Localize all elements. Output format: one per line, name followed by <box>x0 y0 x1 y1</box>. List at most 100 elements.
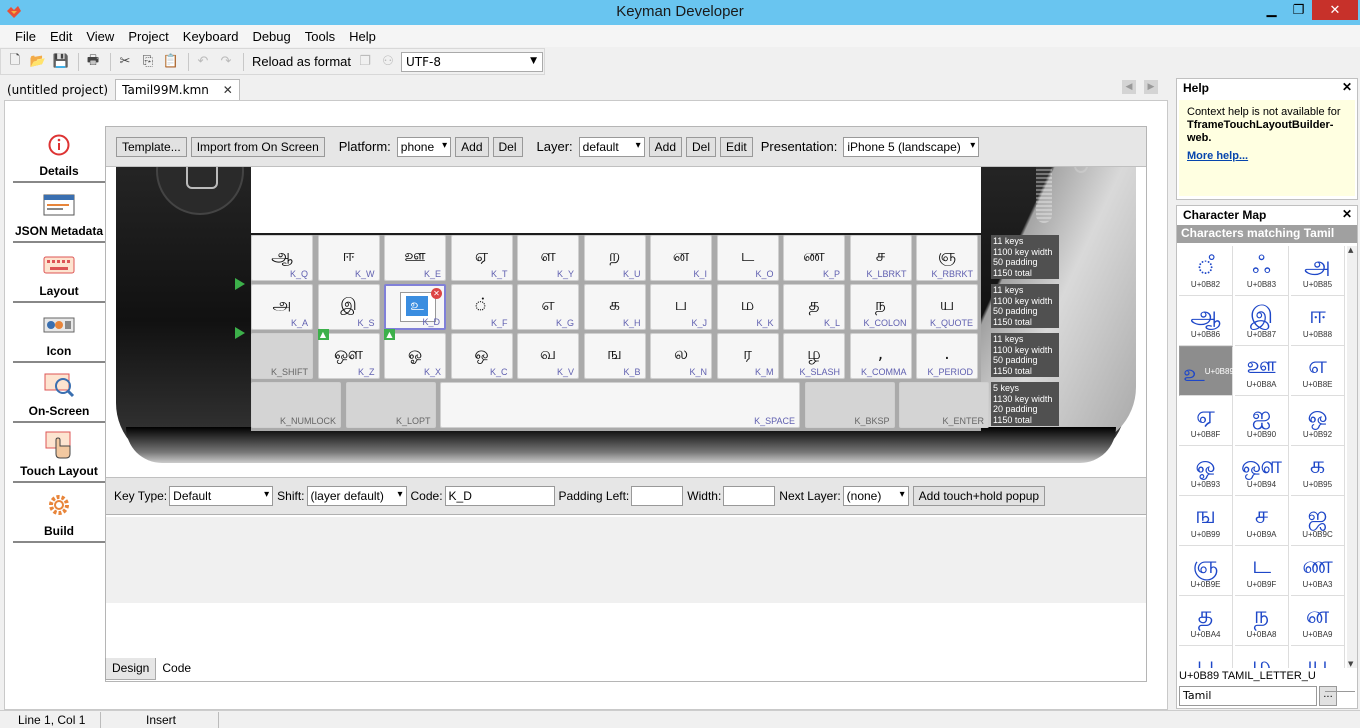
key-k-shift[interactable]: K_SHIFT <box>251 333 313 379</box>
nav-build[interactable]: Build <box>13 483 105 543</box>
tab-tamil99m[interactable]: Tamil99M.kmn ✕ <box>115 79 240 100</box>
key-k-b[interactable]: ங K_B <box>583 333 646 379</box>
key-k-h[interactable]: க K_H <box>583 284 646 330</box>
charmap-cell[interactable]: ஈ U+0B88 <box>1291 296 1345 346</box>
key-k-u[interactable]: ற K_U <box>583 235 646 281</box>
charmap-cell[interactable]: இ U+0B87 <box>1235 296 1289 346</box>
menu-debug[interactable]: Debug <box>245 29 297 44</box>
tab-design[interactable]: Design <box>105 658 157 680</box>
key-k-bksp[interactable]: K_BKSP <box>804 382 895 428</box>
del-platform-button[interactable]: Del <box>492 136 523 157</box>
key-k-rbrkt[interactable]: ஞ K_RBRKT <box>916 235 978 281</box>
minimize-button[interactable]: ▁ <box>1258 0 1285 20</box>
padding-left-input[interactable] <box>631 486 684 506</box>
del-layer-button[interactable]: Del <box>686 136 717 157</box>
menu-project[interactable]: Project <box>121 29 175 44</box>
charmap-cell[interactable]: ஔ U+0B94 <box>1235 446 1289 496</box>
window-icon[interactable]: ❐ <box>355 52 375 72</box>
tab-scroll-left-icon[interactable]: ◀ <box>1122 80 1136 94</box>
print-icon[interactable]: 🖶 <box>83 52 103 72</box>
key-k-i[interactable]: ன K_I <box>650 235 712 281</box>
tab-untitled-project[interactable]: (untitled project) <box>0 79 115 100</box>
key-k-space[interactable]: K_SPACE <box>440 382 800 428</box>
menu-keyboard[interactable]: Keyboard <box>176 29 246 44</box>
key-k-v[interactable]: வ K_V <box>517 333 579 379</box>
template-button[interactable]: Template... <box>116 136 187 157</box>
menu-tools[interactable]: Tools <box>298 29 342 44</box>
maximize-button[interactable]: ❐ <box>1285 0 1312 20</box>
touch-hold-marker-icon[interactable]: ▲ <box>384 329 395 340</box>
charmap-cell[interactable]: ஊ U+0B8A <box>1235 346 1289 396</box>
key-k-g[interactable]: எ K_G <box>517 284 579 330</box>
edit-layer-button[interactable]: Edit <box>720 136 753 157</box>
key-k-m[interactable]: ர K_M <box>716 333 779 379</box>
charmap-cell[interactable]: ஞ U+0B9E <box>1179 546 1233 596</box>
key-k-d[interactable]: உ ✕ K_D <box>384 284 446 330</box>
charmap-cell[interactable]: எ U+0B8E <box>1291 346 1345 396</box>
nav-touch-layout[interactable]: Touch Layout <box>13 423 105 483</box>
undo-icon[interactable]: ↶ <box>193 52 213 72</box>
save-icon[interactable]: 💾 <box>51 52 71 72</box>
nav-json-metadata[interactable]: JSON Metadata <box>13 183 105 243</box>
key-k-n[interactable]: ல K_N <box>650 333 712 379</box>
key-type-select[interactable]: Default ▾ <box>169 486 274 506</box>
key-k-p[interactable]: ண K_P <box>783 235 845 281</box>
key-k-l[interactable]: த K_L <box>783 284 845 330</box>
charmap-cell[interactable]: ப <box>1179 646 1233 668</box>
presentation-select[interactable]: iPhone 5 (landscape) ▾ <box>843 136 980 157</box>
next-layer-select[interactable]: (none) ▾ <box>842 486 909 506</box>
tab-code[interactable]: Code <box>156 658 197 680</box>
import-on-screen-button[interactable]: Import from On Screen <box>190 136 325 157</box>
key-k-f[interactable]: ் K_F <box>450 284 513 330</box>
charmap-cell[interactable]: ச U+0B9A <box>1235 496 1289 546</box>
key-k-k[interactable]: ம K_K <box>716 284 779 330</box>
add-layer-button[interactable]: Add <box>648 136 683 157</box>
touch-hold-marker-icon[interactable]: ▲ <box>317 329 329 340</box>
charmap-filter-input[interactable]: Tamil <box>1179 686 1317 706</box>
charmap-cell[interactable]: ண U+0BA3 <box>1291 546 1345 596</box>
nav-layout[interactable]: Layout <box>13 243 105 303</box>
key-k-lbrkt[interactable]: ச K_LBRKT <box>849 235 912 281</box>
charmap-cell[interactable]: ன U+0BA9 <box>1291 596 1345 646</box>
key-k-a[interactable]: அ K_A <box>251 284 313 330</box>
users-icon[interactable]: ⚇ <box>378 52 398 72</box>
more-help-link[interactable]: More help... <box>1187 150 1347 163</box>
charmap-cell[interactable]: அ U+0B85 <box>1291 246 1345 296</box>
key-k-w[interactable]: ஈ K_W <box>317 235 380 281</box>
width-input[interactable] <box>723 486 776 506</box>
nav-details[interactable]: Details <box>13 123 105 183</box>
redo-icon[interactable]: ↷ <box>216 52 236 72</box>
add-platform-button[interactable]: Add <box>455 136 489 157</box>
charmap-cell[interactable]: ஐ U+0B90 <box>1235 396 1289 446</box>
menu-edit[interactable]: Edit <box>43 29 79 44</box>
platform-select[interactable]: phone ▾ <box>396 136 452 157</box>
nav-icon[interactable]: Icon <box>13 303 105 363</box>
charmap-cell[interactable]: ஓ U+0B93 <box>1179 446 1233 496</box>
key-k-s[interactable]: இ K_S <box>317 284 380 330</box>
close-charmap-icon[interactable]: ✕ <box>1342 207 1352 221</box>
add-touch-hold-popup-button[interactable]: Add touch+hold popup <box>912 486 1046 506</box>
charmap-cell[interactable]: ம <box>1235 646 1289 668</box>
key-k-q[interactable]: ஆ K_Q <box>251 235 313 281</box>
charmap-cell[interactable]: ந U+0BA8 <box>1235 596 1289 646</box>
close-tab-icon[interactable]: ✕ <box>223 83 233 97</box>
key-k-quote[interactable]: ய K_QUOTE <box>916 284 978 330</box>
charmap-cell[interactable]: ஒ U+0B92 <box>1291 396 1345 446</box>
new-file-icon[interactable]: 🗋 <box>5 52 25 72</box>
shift-select[interactable]: (layer default) ▾ <box>306 486 407 506</box>
key-k-t[interactable]: ஏ K_T <box>450 235 513 281</box>
close-help-icon[interactable]: ✕ <box>1342 80 1352 94</box>
charmap-cell[interactable]: ங U+0B99 <box>1179 496 1233 546</box>
charmap-cell[interactable]: ஜ U+0B9C <box>1291 496 1345 546</box>
cut-icon[interactable]: ✂ <box>115 52 135 72</box>
insert-row-arrow-icon[interactable] <box>234 277 246 291</box>
delete-key-icon[interactable]: ✕ <box>431 288 442 299</box>
key-k-y[interactable]: ள K_Y <box>517 235 579 281</box>
close-button[interactable]: ✕ <box>1312 0 1358 20</box>
charmap-cell[interactable]: உ U+0B89 <box>1179 346 1234 396</box>
menu-file[interactable]: File <box>8 29 43 44</box>
charmap-cell[interactable]: ஃ U+0B83 <box>1235 246 1289 296</box>
charmap-cell[interactable]: ய <box>1291 646 1345 668</box>
charmap-cell[interactable]: ஆ U+0B86 <box>1179 296 1233 346</box>
key-k-j[interactable]: ப K_J <box>650 284 712 330</box>
